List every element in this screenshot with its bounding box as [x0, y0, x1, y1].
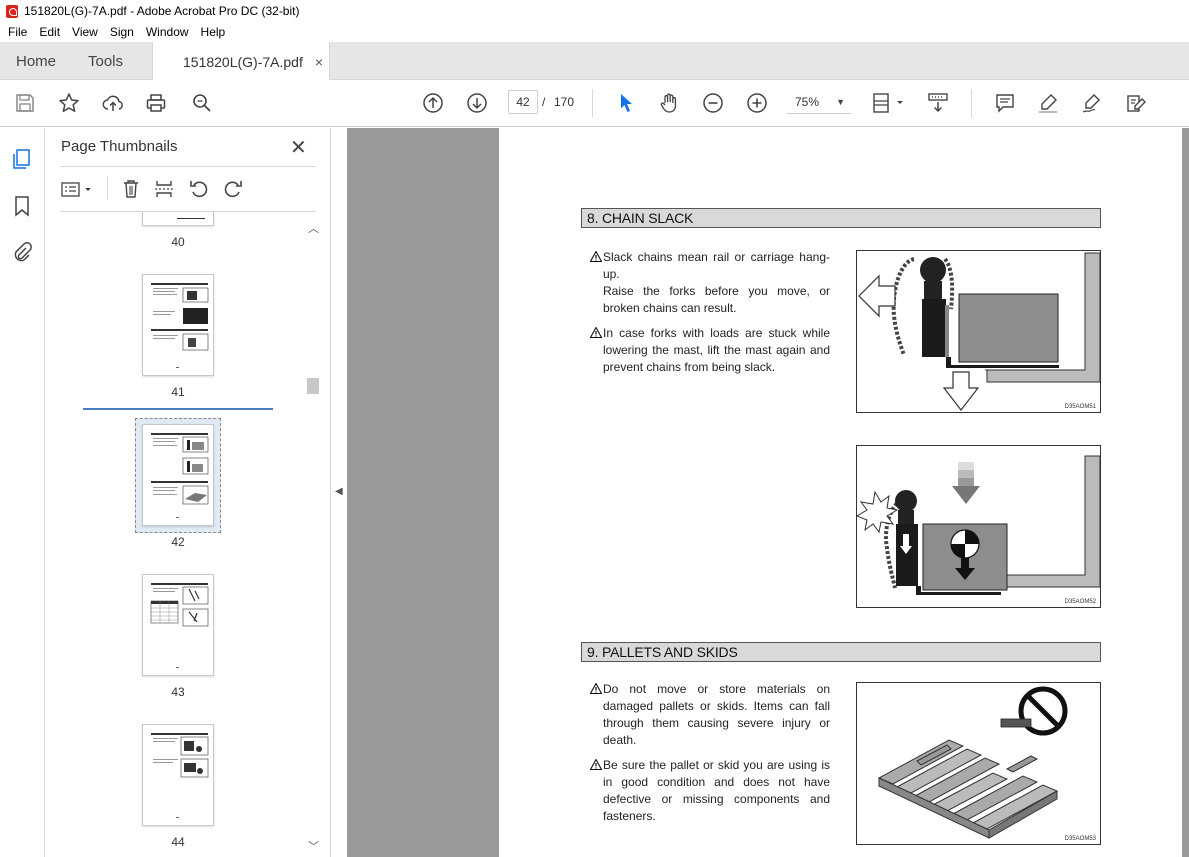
rotate-ccw-icon[interactable]	[188, 178, 210, 200]
left-rail	[0, 128, 45, 857]
warning-icon	[590, 251, 602, 262]
thumbnail-page[interactable]	[142, 724, 214, 826]
star-icon[interactable]	[57, 91, 81, 115]
warning-icon	[590, 759, 602, 770]
figure-damaged-pallet: D35AOM53	[856, 682, 1101, 845]
page-down-icon[interactable]	[465, 91, 489, 115]
menu-edit[interactable]: Edit	[33, 25, 66, 39]
page-separator: /	[542, 95, 546, 109]
paragraph-text: Be sure the pallet or skid you are using…	[603, 758, 830, 823]
search-icon[interactable]	[190, 91, 214, 115]
thumbnail-page[interactable]	[142, 274, 214, 376]
warning-paragraph: In case forks with loads are stuck while…	[590, 325, 830, 376]
panel-title: Page Thumbnails	[61, 138, 178, 155]
fit-page-icon[interactable]	[871, 91, 905, 115]
delete-icon[interactable]	[120, 178, 142, 200]
section-heading-chain-slack: 8. CHAIN SLACK	[581, 208, 1101, 228]
rotate-cw-icon[interactable]	[222, 178, 244, 200]
paragraph-text: Do not move or store materials on damage…	[603, 682, 830, 747]
tab-close-icon[interactable]: ×	[315, 54, 323, 70]
current-page-indicator	[83, 408, 273, 410]
zoom-in-icon[interactable]	[745, 91, 769, 115]
figure-code: D35AOM53	[1064, 836, 1096, 842]
paragraph-text: Slack chains mean rail or carriage hang-…	[603, 250, 830, 281]
figure-chain-slack-1: D35AOM51	[856, 250, 1101, 413]
main-toolbar	[0, 80, 1189, 127]
document-view[interactable]: 8. CHAIN SLACK Slack chains mean rail or…	[347, 128, 1189, 857]
warning-paragraph: Do not move or store materials on damage…	[590, 681, 830, 749]
attachment-icon[interactable]	[11, 241, 33, 263]
warning-icon	[590, 327, 602, 338]
figure-code: D35AOM52	[1064, 599, 1096, 605]
warning-icon	[590, 683, 602, 694]
thumbnail-label: 41	[171, 385, 185, 399]
thumbnail-scrollbar[interactable]: ︿ ﹀	[306, 218, 320, 853]
page-number-input[interactable]: 42	[508, 90, 538, 114]
page-thumbnails-icon[interactable]	[11, 148, 33, 170]
panel-splitter[interactable]: ◀	[330, 128, 347, 857]
hand-icon[interactable]	[657, 91, 681, 115]
document-page: 8. CHAIN SLACK Slack chains mean rail or…	[499, 128, 1182, 857]
page-thumbnails-panel: Page Thumbnails ✕ 40 41 42 43 44 ︿ ﹀	[46, 128, 330, 857]
figure-chain-slack-2: D35AOM52	[856, 445, 1101, 608]
comment-icon[interactable]	[993, 91, 1017, 115]
thumbnail-page[interactable]	[142, 212, 214, 226]
tab-bar: Home Tools 151820L(G)-7A.pdf ×	[0, 42, 1189, 81]
zoom-out-icon[interactable]	[701, 91, 725, 115]
menu-window[interactable]: Window	[140, 25, 195, 39]
tab-document-label: 151820L(G)-7A.pdf	[183, 53, 303, 70]
warning-paragraph: Slack chains mean rail or carriage hang-…	[590, 249, 830, 317]
tab-tools[interactable]: Tools	[88, 42, 123, 80]
figure-code: D35AOM51	[1064, 404, 1096, 410]
bookmark-icon[interactable]	[11, 195, 33, 217]
options-menu-icon[interactable]	[60, 178, 94, 200]
paragraph-text: Raise the forks before you move, or brok…	[603, 284, 830, 315]
scroll-mode-icon[interactable]	[926, 91, 950, 115]
close-icon[interactable]: ✕	[290, 135, 307, 160]
thumbnail-label: 42	[171, 535, 185, 549]
chevron-down-icon: ▼	[836, 97, 845, 107]
thumbnail-label: 43	[171, 685, 185, 699]
menu-bar: File Edit View Sign Window Help	[0, 22, 1189, 42]
scroll-down-icon[interactable]: ﹀	[308, 838, 319, 854]
highlight-icon[interactable]	[1036, 91, 1060, 115]
section-heading-pallets-and-skids: 9. PALLETS AND SKIDS	[581, 642, 1101, 662]
warning-paragraph: Be sure the pallet or skid you are using…	[590, 757, 830, 825]
insert-page-icon[interactable]	[153, 178, 175, 200]
paragraph-text: In case forks with loads are stuck while…	[603, 326, 830, 374]
acrobat-app-icon	[6, 4, 18, 18]
tab-home[interactable]: Home	[16, 42, 56, 80]
window-titlebar: 151820L(G)-7A.pdf - Adobe Acrobat Pro DC…	[0, 0, 1189, 22]
scrollbar-thumb[interactable]	[307, 378, 319, 394]
zoom-dropdown[interactable]: 75% ▼	[787, 90, 851, 114]
tab-document[interactable]: 151820L(G)-7A.pdf ×	[152, 42, 330, 81]
menu-view[interactable]: View	[66, 25, 104, 39]
menu-file[interactable]: File	[2, 25, 33, 39]
select-cursor-icon[interactable]	[614, 91, 638, 115]
page-total: 170	[554, 95, 575, 109]
menu-sign[interactable]: Sign	[104, 25, 140, 39]
page-up-icon[interactable]	[421, 91, 445, 115]
window-title: 151820L(G)-7A.pdf - Adobe Acrobat Pro DC…	[24, 4, 300, 18]
print-icon[interactable]	[144, 91, 168, 115]
collapse-panel-icon[interactable]: ◀	[335, 486, 343, 497]
scroll-up-icon[interactable]: ︿	[308, 220, 319, 236]
menu-help[interactable]: Help	[195, 25, 232, 39]
zoom-value: 75%	[795, 95, 820, 109]
save-icon[interactable]	[13, 91, 37, 115]
upload-icon[interactable]	[101, 91, 125, 115]
thumbnail-label: 44	[171, 835, 185, 849]
edit-icon[interactable]	[1124, 91, 1148, 115]
thumbnail-toolbar	[60, 176, 316, 202]
thumbnail-page-selected[interactable]	[142, 424, 214, 526]
thumbnail-label: 40	[171, 235, 185, 249]
sign-icon[interactable]	[1080, 91, 1104, 115]
thumbnail-page[interactable]	[142, 574, 214, 676]
